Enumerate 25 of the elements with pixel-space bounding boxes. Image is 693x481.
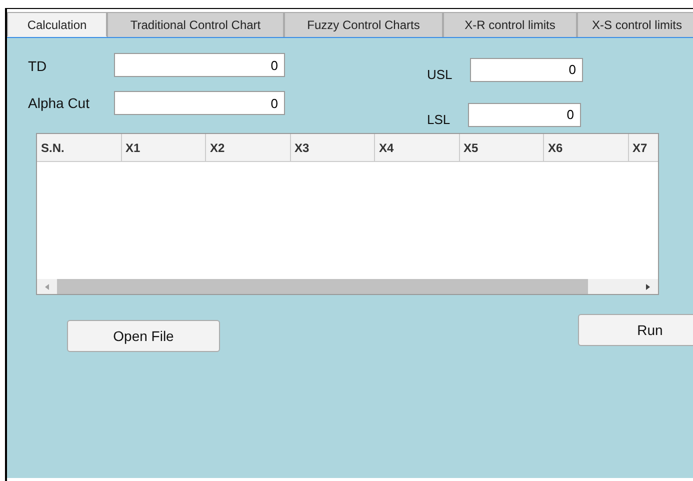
input-field[interactable]: 0 [114, 91, 285, 115]
input-field[interactable]: 0 [468, 102, 581, 126]
tab[interactable]: Traditional Control Chart [107, 12, 284, 37]
tab[interactable]: Fuzzy Control Charts [284, 12, 443, 37]
action-button[interactable]: Open File [67, 320, 220, 352]
column-header[interactable]: X6 [544, 134, 628, 161]
field-label: USL [427, 66, 454, 82]
column-header[interactable]: X3 [290, 134, 375, 161]
column-header[interactable]: X2 [206, 134, 290, 161]
column-header[interactable]: X1 [122, 134, 206, 161]
field-label: TD [28, 57, 48, 74]
tab[interactable]: Calculation [7, 12, 107, 37]
tab[interactable]: X-S control limits [577, 12, 693, 37]
column-header[interactable]: X5 [460, 134, 544, 161]
input-field[interactable]: 0 [114, 53, 285, 77]
field-label: LSL [427, 111, 452, 127]
input-field[interactable]: 0 [470, 58, 583, 82]
scroll-right-icon[interactable] [644, 282, 652, 290]
field-label: Alpha Cut [28, 95, 90, 111]
tab[interactable]: X-R control limits [443, 12, 577, 37]
column-header[interactable]: X4 [375, 134, 460, 161]
column-header[interactable]: X7 [628, 134, 658, 161]
scroll-left-icon[interactable] [43, 282, 51, 290]
column-header[interactable]: S.N. [37, 134, 122, 161]
action-button[interactable]: Run [578, 314, 693, 346]
